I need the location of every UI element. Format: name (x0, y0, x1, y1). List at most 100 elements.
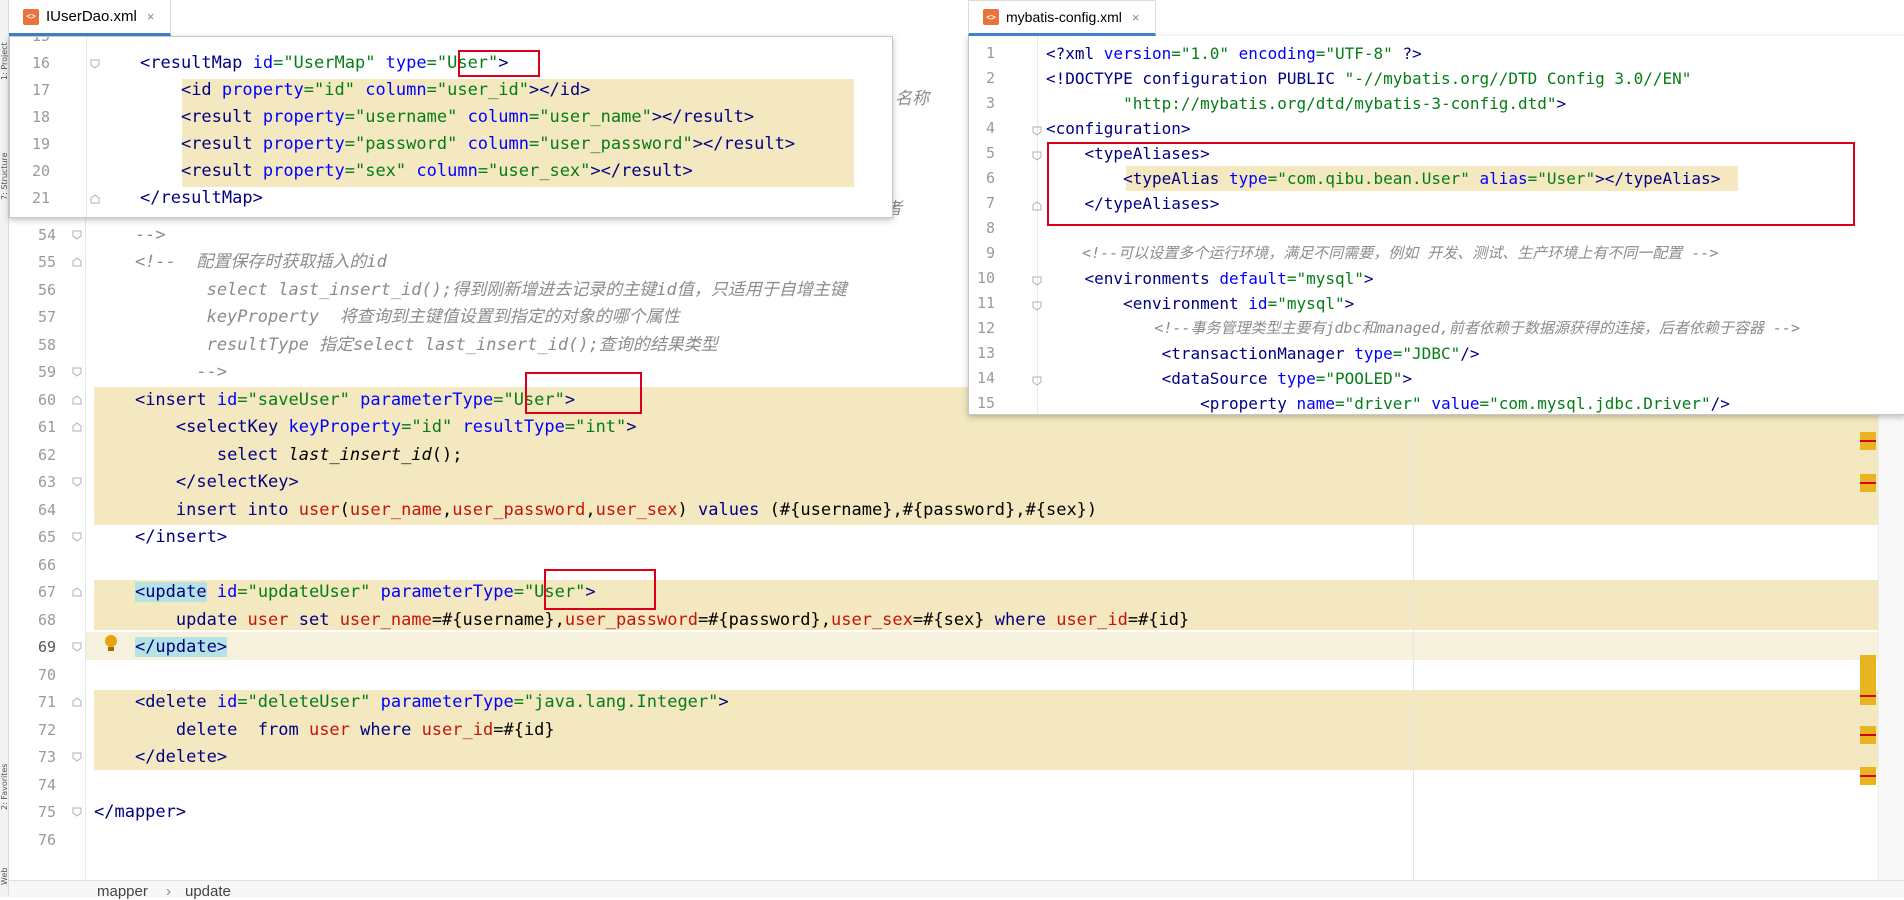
code-line[interactable] (94, 551, 1904, 579)
line-number: 61 (37, 418, 56, 436)
line-number: 71 (37, 693, 56, 711)
fold-icon[interactable] (1032, 376, 1042, 386)
code-line[interactable]: <result property="username" column="user… (140, 104, 754, 131)
code-line[interactable]: <id property="id" column="user_id"></id> (140, 77, 590, 104)
line-number: 13 (976, 344, 995, 362)
fold-icon[interactable] (1032, 276, 1042, 286)
close-icon[interactable]: × (1132, 10, 1140, 25)
code-line[interactable]: <property name="driver" value="com.mysql… (1046, 391, 1730, 414)
code-line[interactable]: <result property="sex" column="user_sex"… (140, 158, 693, 185)
code-line[interactable]: <update id="updateUser" parameterType="U… (94, 578, 1904, 606)
fold-icon[interactable] (72, 257, 82, 267)
line-number: 10 (976, 269, 995, 287)
fold-icon[interactable] (72, 697, 82, 707)
code-line[interactable]: </selectKey> (94, 468, 1904, 496)
code-line[interactable]: <environments default="mysql"> (1046, 266, 1374, 291)
annotation-box (1047, 142, 1855, 226)
breadcrumb-item-update[interactable]: update (185, 883, 231, 900)
code-line[interactable]: <!DOCTYPE configuration PUBLIC "-//mybat… (1046, 66, 1691, 91)
line-number: 65 (37, 528, 56, 546)
code-line[interactable]: <!--可以设置多个运行环境，满足不同需要，例如 开发、测试、生产环境上有不同一… (1046, 241, 1718, 266)
fold-icon[interactable] (1032, 151, 1042, 161)
code-line[interactable] (94, 661, 1904, 689)
change-marker[interactable] (1860, 432, 1876, 450)
fold-icon[interactable] (72, 532, 82, 542)
fold-icon[interactable] (90, 59, 100, 69)
line-number: 76 (37, 831, 56, 849)
code-line[interactable]: </mapper> (94, 798, 1904, 826)
code-line[interactable]: <!--事务管理类型主要有jdbc和managed,前者依赖于数据源获得的连接，… (1046, 316, 1800, 341)
vertical-scrollbar[interactable] (1878, 414, 1904, 880)
fold-icon[interactable] (72, 587, 82, 597)
line-number: 64 (37, 501, 56, 519)
change-marker[interactable] (1860, 474, 1876, 492)
code-line[interactable]: select last_insert_id(); (94, 441, 1904, 469)
line-number: 66 (37, 556, 56, 574)
fold-icon[interactable] (72, 752, 82, 762)
fold-icon[interactable] (72, 367, 82, 377)
resultmap-preview-popup[interactable]: 15 16 17 18 19 20 21 <resultMap id="User… (9, 36, 893, 218)
line-number: 56 (37, 281, 56, 299)
code-line[interactable]: <result property="password" column="user… (140, 131, 795, 158)
breadcrumb-separator: › (166, 883, 171, 900)
fold-icon[interactable] (1032, 126, 1042, 136)
change-marker[interactable] (1860, 726, 1876, 744)
fold-icon[interactable] (72, 422, 82, 432)
breadcrumb-item-mapper[interactable]: mapper (97, 883, 148, 900)
fold-icon[interactable] (72, 477, 82, 487)
line-number: 15 (31, 36, 50, 45)
favorites-tool-tab[interactable]: 2: Favorites (0, 720, 8, 810)
line-number: 55 (37, 253, 56, 271)
annotation-box (525, 372, 642, 414)
change-marker[interactable] (1860, 767, 1876, 785)
tab-iuserdao[interactable]: <> IUserDao.xml × (9, 0, 171, 36)
code-line-current[interactable]: </update> (94, 633, 1904, 661)
tab-mybatis-config[interactable]: <> mybatis-config.xml × (968, 0, 1156, 36)
line-number: 62 (37, 446, 56, 464)
line-number: 5 (985, 144, 995, 162)
web-tool-tab[interactable]: Web (0, 845, 8, 885)
code-line[interactable]: </resultMap> (140, 185, 263, 212)
close-icon[interactable]: × (147, 9, 155, 24)
line-number: 59 (37, 363, 56, 381)
code-line[interactable]: delete from user where user_id=#{id} (94, 716, 1904, 744)
fold-icon[interactable] (72, 807, 82, 817)
structure-tool-tab[interactable]: 7: Structure (0, 110, 8, 200)
left-tool-strip: 1: Project 7: Structure 2: Favorites Web (0, 0, 9, 897)
fold-icon[interactable] (72, 642, 82, 652)
line-number: 12 (976, 319, 995, 337)
fold-icon[interactable] (1032, 301, 1042, 311)
line-number: 15 (976, 394, 995, 412)
fold-icon[interactable] (1032, 201, 1042, 211)
code-line[interactable] (94, 771, 1904, 799)
code-line[interactable]: <delete id="deleteUser" parameterType="j… (94, 688, 1904, 716)
fold-icon[interactable] (90, 194, 100, 204)
code-line[interactable]: <resultMap id="UserMap" type="User"> (140, 50, 509, 77)
mybatis-config-popup[interactable]: 1 2 3 4 5 6 7 8 9 10 11 12 13 14 15 <?xm… (968, 36, 1904, 415)
change-marker[interactable] (1860, 655, 1876, 705)
project-tool-tab[interactable]: 1: Project (0, 10, 8, 80)
code-line[interactable] (94, 826, 1904, 854)
code-line[interactable]: <?xml version="1.0" encoding="UTF-8" ?> (1046, 41, 1422, 66)
code-line[interactable]: <environment id="mysql"> (1046, 291, 1354, 316)
code-line[interactable]: update user set user_name=#{username},us… (94, 606, 1904, 634)
code-line[interactable]: <transactionManager type="JDBC"/> (1046, 341, 1480, 366)
line-number: 73 (37, 748, 56, 766)
line-number: 74 (37, 776, 56, 794)
code-line[interactable]: insert into user(user_name,user_password… (94, 496, 1904, 524)
code-line[interactable]: "http://mybatis.org/dtd/mybatis-3-config… (1046, 91, 1566, 116)
fold-icon[interactable] (72, 230, 82, 240)
code-line[interactable]: </delete> (94, 743, 1904, 771)
code-line[interactable]: <dataSource type="POOLED"> (1046, 366, 1412, 391)
line-number: 11 (976, 294, 995, 312)
xml-file-icon: <> (23, 8, 39, 25)
code-line[interactable]: <configuration> (1046, 116, 1191, 141)
line-number: 20 (31, 162, 50, 180)
line-number: 6 (985, 169, 995, 187)
fold-icon[interactable] (72, 395, 82, 405)
code-line[interactable]: <selectKey keyProperty="id" resultType="… (94, 413, 1904, 441)
code-line[interactable]: </insert> (94, 523, 1904, 551)
line-number: 68 (37, 611, 56, 629)
line-number: 70 (37, 666, 56, 684)
line-number: 57 (37, 308, 56, 326)
